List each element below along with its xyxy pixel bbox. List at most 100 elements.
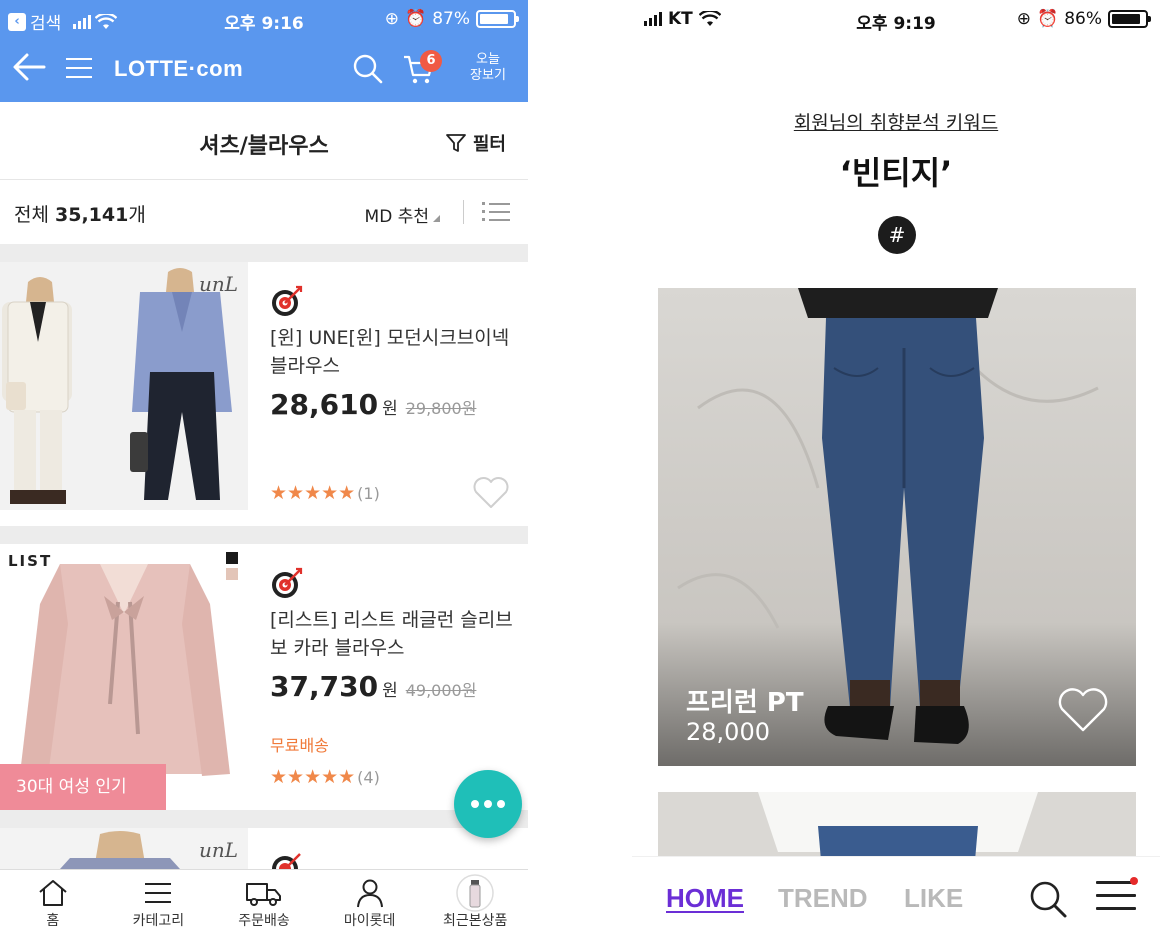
product-price: 28,000 xyxy=(686,718,770,746)
brand-logo: unL xyxy=(198,838,238,862)
wishlist-heart-icon[interactable] xyxy=(472,476,510,514)
color-swatch xyxy=(226,552,238,564)
section-gap xyxy=(0,810,528,828)
color-swatch xyxy=(226,568,238,580)
notification-dot xyxy=(1130,877,1138,885)
product-info: [리스트] 리스트 래글런 슬리브 보 카라 블라우스 37,730 원 49,… xyxy=(270,566,520,703)
battery-icon xyxy=(1108,10,1151,28)
fashion-app-screen: KT 오후 9:19 ⊕ ⏰ 86% 회원님의 취향분석 키워드 ‘빈티지’ # xyxy=(632,0,1160,937)
tab-my-lotte[interactable]: 마이롯데 xyxy=(317,870,423,937)
divider xyxy=(463,200,464,224)
product-card[interactable]: unL xyxy=(0,828,528,869)
review-count: (1) xyxy=(357,483,380,503)
tab-order-delivery[interactable]: 주문배송 xyxy=(211,870,317,937)
total-prefix: 전체 xyxy=(14,204,55,226)
brand-logo: LIST xyxy=(8,552,53,570)
battery-icon xyxy=(476,10,519,28)
star-rating-icon: ★★★★★ xyxy=(270,766,356,788)
total-count: 전체 35,141개 xyxy=(14,200,146,227)
tab-label: 최근본상품 xyxy=(442,913,508,929)
filter-label: 필터 xyxy=(472,134,506,155)
lotte-app-screen: ‹ 검색 오후 9:16 ⊕ ⏰ 87% LOTTE·com 6 오늘 장보기 xyxy=(0,0,528,937)
status-right: ⊕ ⏰ 87% xyxy=(384,9,519,29)
sort-label: MD 추천 xyxy=(364,207,429,227)
section-gap xyxy=(0,244,528,262)
currency: 원 xyxy=(382,399,398,419)
currency: 원 xyxy=(382,681,398,701)
tab-recent-products[interactable]: 최근본상품 xyxy=(422,870,528,937)
orientation-lock-icon: ⊕ xyxy=(384,9,400,29)
tab-label: 주문배송 xyxy=(238,913,290,929)
menu-icon[interactable] xyxy=(1096,877,1138,913)
hamburger-menu-icon[interactable] xyxy=(66,58,92,78)
tab-trend[interactable]: TREND xyxy=(778,883,868,914)
search-icon[interactable] xyxy=(352,53,384,89)
review-count: (4) xyxy=(357,767,380,787)
today-label-line1: 오늘 xyxy=(476,52,500,67)
product-name[interactable]: [리스트] 리스트 래글런 슬리브 보 카라 블라우스 xyxy=(270,606,520,662)
product-card[interactable]: 프리런 PT 28,000 xyxy=(658,288,1136,766)
sale-price: 28,610 xyxy=(270,388,379,421)
product-name[interactable]: 프리런 PT xyxy=(686,682,804,719)
chat-dot-icon xyxy=(471,800,479,808)
total-value: 35,141 xyxy=(55,204,129,226)
target-icon xyxy=(272,567,303,598)
bottom-tab-bar: 홈 카테고리 주문배송 마이롯데 최근본상품 xyxy=(0,869,528,937)
result-count-bar: 전체 35,141개 MD 추천 xyxy=(0,180,528,244)
tab-category[interactable]: 카테고리 xyxy=(106,870,212,937)
battery-percent: 86% xyxy=(1064,9,1102,29)
person-icon xyxy=(356,879,383,908)
tab-like[interactable]: LIKE xyxy=(904,883,963,914)
sort-dropdown[interactable]: MD 추천 xyxy=(365,202,440,227)
brand-logo: unL xyxy=(198,272,238,296)
price-row: 28,610 원 29,800원 xyxy=(270,388,520,421)
tab-home[interactable]: HOME xyxy=(666,883,744,914)
product-card[interactable]: LIST 30대 여성 인기 [리스트] 리스트 래글런 슬리브 보 카라 블라… xyxy=(0,544,528,810)
chat-button[interactable] xyxy=(454,770,522,838)
popular-badge: 30대 여성 인기 xyxy=(0,764,166,810)
original-price: 29,800원 xyxy=(405,399,477,418)
taste-keyword: ‘빈티지’ xyxy=(839,154,953,192)
section-gap xyxy=(0,526,528,544)
product-image[interactable]: LIST 30대 여성 인기 xyxy=(0,544,248,810)
status-right: ⊕ ⏰ 86% xyxy=(1016,9,1151,29)
back-arrow-icon[interactable] xyxy=(12,52,46,87)
alarm-icon: ⏰ xyxy=(1037,9,1059,29)
like-heart-icon[interactable] xyxy=(1056,686,1110,738)
target-icon xyxy=(272,285,303,316)
taste-keyword-label[interactable]: 회원님의 취향분석 키워드 xyxy=(632,108,1160,135)
status-bar: ‹ 검색 오후 9:16 ⊕ ⏰ 87% xyxy=(0,0,528,38)
bottom-nav: HOME TREND LIKE xyxy=(632,856,1160,937)
caret-down-icon xyxy=(433,215,440,222)
chat-dot-icon xyxy=(497,800,505,808)
today-label-line2: 장보기 xyxy=(470,68,506,83)
home-icon xyxy=(39,880,67,906)
tab-label: 카테고리 xyxy=(132,913,185,929)
product-name[interactable]: [윈] UNE[윈] 모던시크브이넥블라우스 xyxy=(270,324,520,380)
total-suffix: 개 xyxy=(128,204,146,226)
status-bar: KT 오후 9:19 ⊕ ⏰ 86% xyxy=(632,0,1160,38)
free-shipping-label: 무료배송 xyxy=(270,736,329,755)
chat-dot-icon xyxy=(484,800,492,808)
today-shopping-button[interactable]: 오늘 장보기 xyxy=(466,52,510,84)
cart-count-badge: 6 xyxy=(420,50,442,72)
filter-button[interactable]: 필터 xyxy=(445,130,506,156)
orientation-lock-icon: ⊕ xyxy=(1016,9,1032,29)
product-card[interactable]: unL [윈] UNE[윈] 모던시크브이넥블라우스 28,610 원 29,8… xyxy=(0,262,528,510)
product-info xyxy=(270,850,520,869)
lotte-logo[interactable]: LOTTE·com xyxy=(114,56,243,82)
original-price: 49,000원 xyxy=(405,681,477,700)
product-image[interactable]: unL xyxy=(0,828,248,869)
search-icon[interactable] xyxy=(1028,879,1068,923)
category-icon xyxy=(145,883,172,903)
tab-label: 마이롯데 xyxy=(343,913,396,929)
star-rating-icon: ★★★★★ xyxy=(270,482,356,504)
target-icon xyxy=(272,853,301,869)
tab-home[interactable]: 홈 xyxy=(0,870,106,937)
product-image[interactable]: unL xyxy=(0,262,248,510)
hashtag-button[interactable]: # xyxy=(878,216,916,254)
list-view-icon[interactable] xyxy=(482,200,510,224)
tab-label: 홈 xyxy=(46,913,60,929)
app-header: LOTTE·com 6 오늘 장보기 xyxy=(0,38,528,102)
alarm-icon: ⏰ xyxy=(405,9,427,29)
